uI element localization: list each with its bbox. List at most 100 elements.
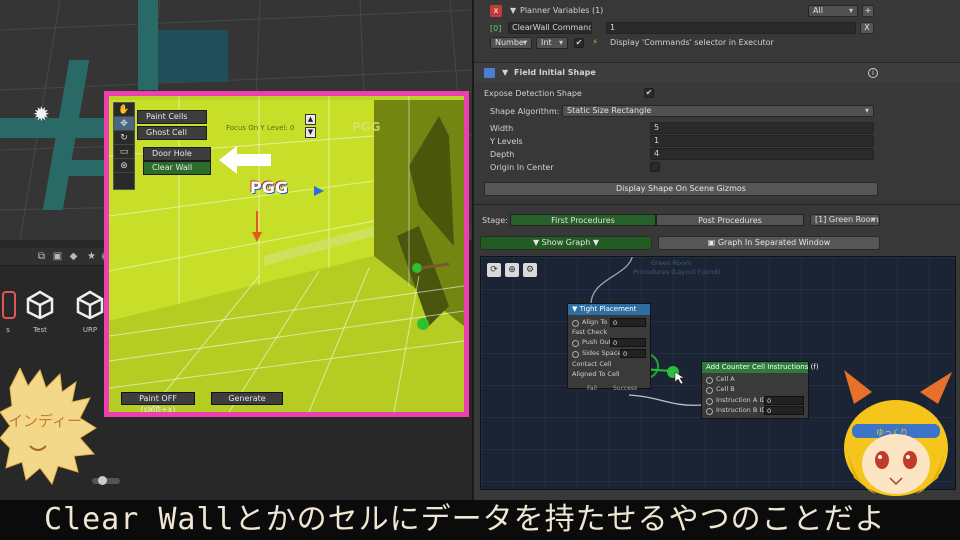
label-icon[interactable]: ◆	[68, 251, 79, 262]
asset-item[interactable]: Test	[22, 290, 58, 334]
rotate-icon[interactable]: ↻	[114, 131, 134, 145]
depth-label: Depth	[490, 150, 515, 159]
shape-component-icon	[484, 68, 495, 78]
expose-detection-label: Expose Detection Shape	[484, 89, 582, 98]
fast-check-label: Fast Check	[572, 328, 608, 336]
tight-placement-title: Tight Placement	[579, 305, 637, 313]
asset-item[interactable]: URP	[72, 290, 108, 334]
variables-filter-dropdown[interactable]: All	[808, 5, 858, 17]
success-output-label[interactable]: Success	[613, 384, 637, 394]
tight-placement-node[interactable]: ▼ Tight Placement Align To 0 Fast Check …	[567, 303, 651, 389]
port-sides-space[interactable]: Sides Space	[572, 349, 621, 358]
variable-value-field[interactable]: 1	[606, 22, 856, 34]
push-out-value[interactable]: 0	[610, 338, 646, 347]
right-character: ゆっくり	[844, 370, 952, 496]
separated-window-button[interactable]: ▣ Graph In Separated Window	[658, 236, 880, 250]
level-down-button[interactable]: ▼	[305, 127, 316, 138]
door-hole-button[interactable]: Door Hole	[143, 147, 211, 161]
paint-cells-button[interactable]: Paint Cells	[137, 110, 207, 124]
origin-center-checkbox[interactable]	[650, 162, 660, 172]
executor-icon: ⚡	[592, 38, 599, 48]
scene-tile-block	[158, 30, 228, 82]
info-icon[interactable]: i	[868, 68, 878, 78]
tool-palette: ✋ ✥ ↻ ▭ ⊛	[113, 102, 135, 190]
display-gizmos-button[interactable]: Display Shape On Scene Gizmos	[484, 182, 878, 196]
pgg-logo: PGG	[250, 178, 288, 197]
clear-wall-button[interactable]: Clear Wall	[143, 161, 211, 175]
move-icon[interactable]: ✥	[114, 117, 134, 131]
variable-name-field[interactable]: ClearWall Command	[508, 22, 592, 34]
pointer-arrow-icon	[219, 146, 271, 174]
aligned-to-cell-label[interactable]: Aligned To Cell	[572, 370, 620, 379]
port-instruction-a[interactable]: Instruction A ID	[706, 396, 766, 405]
variable-subtype-dropdown[interactable]: Int	[536, 37, 568, 49]
subtitle-bar: Clear Wallとかのセルにデータを持たせるやつのことだよ	[0, 500, 960, 540]
show-graph-label: Show Graph	[541, 238, 591, 247]
port-push-out[interactable]: Push Out	[572, 338, 611, 347]
tab-first-procedures[interactable]: First Procedures	[510, 214, 656, 226]
width-field[interactable]: 5	[650, 122, 874, 134]
stage-label: Stage:	[482, 216, 508, 225]
variable-type-dropdown[interactable]: Number	[490, 37, 532, 49]
planner-icon: x	[490, 5, 502, 17]
dropdown-arrow-icon: ▼	[590, 238, 600, 247]
shape-algorithm-dropdown[interactable]: Static Size Rectangle	[562, 105, 874, 117]
favorite-icon[interactable]: ★	[86, 251, 97, 262]
left-character-text: インディー	[8, 412, 82, 430]
paint-off-button[interactable]: Paint OFF (shift+x)	[121, 392, 195, 412]
graph-room-title: Green Room	[651, 259, 692, 267]
contact-cell-label[interactable]: Contact Cell	[572, 360, 612, 369]
depth-field[interactable]: 4	[650, 148, 874, 160]
focus-level-label: Focus On Y Level: 0	[226, 124, 295, 132]
port-cell-a[interactable]: Cell A	[706, 375, 735, 384]
sides-space-value[interactable]: 0	[620, 349, 646, 358]
ylevels-label: Y Levels	[490, 137, 523, 146]
planner-variables-title: Planner Variables (1)	[520, 6, 604, 15]
shape-algorithm-label: Shape Algorithm:	[490, 107, 560, 116]
scene-tile-strip	[0, 118, 104, 138]
ylevels-field[interactable]: 1	[650, 135, 874, 147]
preview-scene	[109, 96, 464, 412]
tab-post-procedures[interactable]: Post Procedures	[656, 214, 804, 226]
transform-icon[interactable]: ⊛	[114, 159, 134, 173]
instruction-b-value[interactable]: 0	[764, 406, 804, 415]
align-to-value[interactable]: 0	[610, 318, 646, 327]
add-variable-button[interactable]: +	[862, 5, 874, 17]
subtitle-text: Clear Wallとかのセルにデータを持たせるやつのことだよ	[44, 502, 886, 537]
directional-light-icon[interactable]: ✹	[33, 104, 50, 124]
display-in-executor-checkbox[interactable]: ✔	[574, 38, 584, 48]
ghost-cell-button[interactable]: Ghost Cell	[137, 126, 207, 140]
focus-icon[interactable]: ⊕	[505, 263, 519, 277]
show-graph-button[interactable]: ▼ Show Graph ▼	[480, 236, 652, 250]
generate-button[interactable]: Generate	[211, 392, 283, 405]
settings-icon[interactable]: ⚙	[523, 263, 537, 277]
hand-icon[interactable]: ✋	[114, 103, 134, 117]
fail-output-label[interactable]: Fail	[587, 384, 597, 394]
divider	[474, 204, 960, 205]
remove-variable-button[interactable]: X	[860, 22, 874, 34]
port-cell-b[interactable]: Cell B	[706, 385, 735, 394]
instruction-a-value[interactable]: 0	[764, 396, 804, 405]
search-type-icon[interactable]: ▣	[52, 251, 63, 262]
add-counter-cell-node[interactable]: Add Counter Cell Instructions (f) Cell A…	[701, 361, 819, 419]
refresh-icon[interactable]: ⟳	[487, 263, 501, 277]
filter-icon[interactable]: ⧉	[36, 251, 47, 262]
separated-window-label: Graph In Separated Window	[717, 238, 831, 247]
left-character: インディー	[0, 368, 97, 486]
port-instruction-b[interactable]: Instruction B ID	[706, 406, 766, 415]
level-stepper[interactable]: ▲ ▼	[305, 114, 317, 140]
node-title: ▼ Tight Placement	[568, 304, 650, 315]
room-dropdown[interactable]: [1] Green Room	[810, 214, 880, 226]
foldout-arrow-icon[interactable]: ▼	[510, 6, 516, 16]
rect-icon[interactable]: ▭	[114, 145, 134, 159]
node-title: Add Counter Cell Instructions (f)	[702, 362, 819, 373]
foldout-arrow-icon[interactable]: ▼	[502, 68, 508, 78]
asset-label: Test	[33, 326, 47, 334]
add-counter-title: Add Counter Cell Instructions (f)	[706, 363, 819, 371]
origin-center-label: Origin In Center	[490, 163, 554, 172]
package-icon	[2, 291, 16, 319]
level-up-button[interactable]: ▲	[305, 114, 316, 125]
expose-detection-checkbox[interactable]: ✔	[644, 88, 654, 98]
game-preview[interactable]: Focus On Y Level: 0 ▲ ▼ ✋ ✥ ↻ ▭ ⊛ Paint …	[104, 91, 469, 417]
port-align-to[interactable]: Align To	[572, 318, 607, 327]
